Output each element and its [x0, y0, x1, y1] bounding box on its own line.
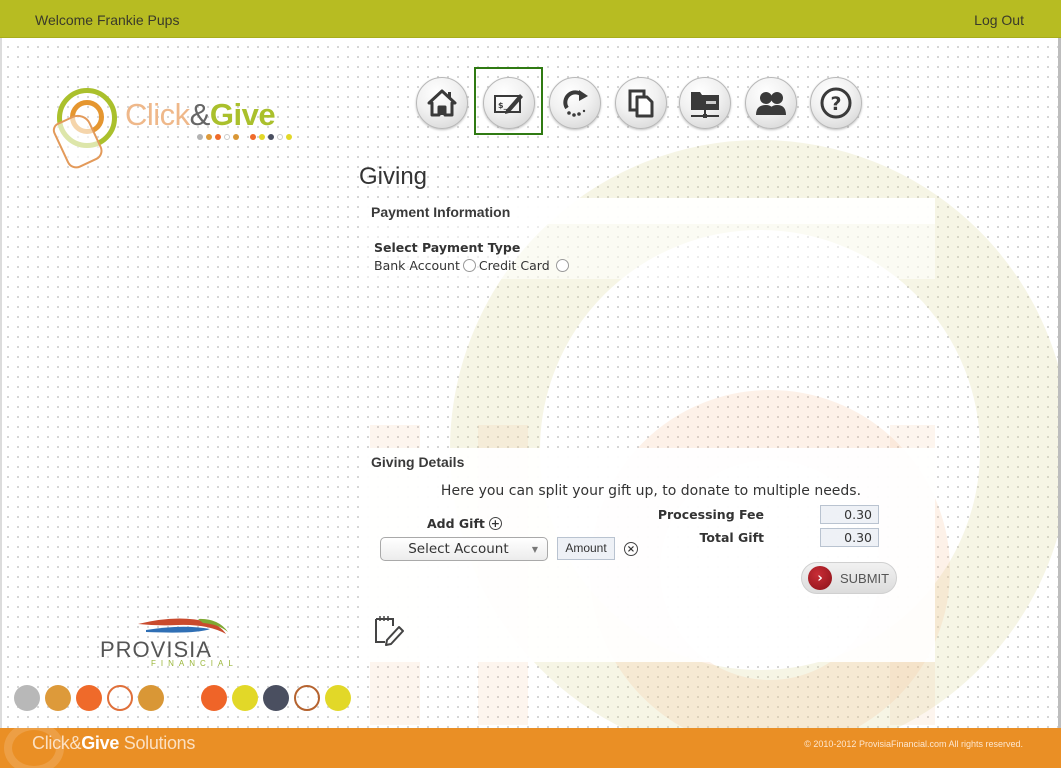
provisia-financial-logo: PROVISIA FINANCIAL [98, 616, 243, 672]
payment-info-header: Payment Information [362, 198, 935, 224]
giving-intro-text: Here you can split your gift up, to dona… [440, 483, 862, 499]
logo-dot [215, 134, 221, 140]
nav-selected-indicator [474, 67, 543, 135]
footer-brand-give: Give [81, 733, 120, 753]
logo-dot [286, 134, 292, 140]
logo-dots [197, 134, 292, 140]
credit-card-radio[interactable] [555, 259, 569, 272]
footer-brand: Click&Give Solutions [32, 733, 195, 754]
provisia-swoosh-icon [138, 618, 228, 634]
refresh-arrow-icon [563, 90, 588, 117]
footer-brand-click: Click& [32, 733, 82, 753]
window-edge-left [0, 38, 2, 728]
welcome-message: Welcome Frankie Pups [35, 12, 180, 28]
credit-card-label: Credit Card [478, 258, 550, 273]
logo-dot [268, 134, 274, 140]
logo-text-give: Give [209, 97, 276, 132]
logo-text-amp: & [189, 97, 211, 132]
nav-accounts-button[interactable] [679, 77, 731, 129]
chevron-right-icon: › [808, 566, 832, 590]
payment-info-title: Payment Information [371, 204, 511, 220]
bank-account-label: Bank Account [374, 258, 460, 273]
logo-dot [233, 134, 239, 140]
payment-type-options: Bank Account Credit Card [374, 258, 572, 273]
color-swatch [201, 685, 227, 711]
chevron-down-icon: ▼ [531, 544, 538, 554]
giving-details-title: Giving Details [371, 454, 465, 470]
nav-history-button[interactable] [615, 77, 667, 129]
home-icon [427, 89, 457, 117]
nav-profile-button[interactable] [745, 77, 797, 129]
color-swatch [107, 685, 133, 711]
top-bar: Welcome Frankie Pups Log Out [0, 0, 1061, 38]
users-icon [756, 92, 786, 115]
processing-fee-field: 0.30 [820, 505, 879, 524]
question-icon: ? [820, 87, 852, 119]
plus-circle-icon: + [488, 517, 502, 530]
color-swatch [263, 685, 289, 711]
logo-dot [224, 134, 230, 140]
color-swatch [232, 685, 258, 711]
select-account-dropdown[interactable]: Select Account ▼ [380, 537, 548, 561]
provisia-subtitle: FINANCIAL [151, 659, 238, 668]
total-gift-field: 0.30 [820, 528, 879, 547]
nav-help-button[interactable]: ? [810, 77, 862, 129]
color-swatch [14, 685, 40, 711]
processing-fee-label: Processing Fee [657, 507, 764, 522]
add-gift-button[interactable]: Add Gift + [427, 516, 502, 531]
footer-brand-solutions: Solutions [119, 733, 196, 753]
copyright-text: © 2010-2012 ProvisiaFinancial.com All ri… [804, 739, 1023, 749]
logout-link[interactable]: Log Out [974, 12, 1024, 28]
submit-button[interactable]: › SUBMIT [801, 562, 897, 594]
logo-dot [197, 134, 203, 140]
click-and-give-logo[interactable]: Click&Give [50, 86, 305, 172]
payment-type-label: Select Payment Type [374, 240, 521, 255]
nav-recurring-button[interactable] [549, 77, 601, 129]
page-title: Giving [359, 163, 428, 190]
color-swatch [325, 685, 351, 711]
nav-home-button[interactable] [416, 77, 468, 129]
logo-text: Click&Give [125, 97, 276, 133]
footer-bar: Click&Give Solutions © 2010-2012 Provisi… [0, 722, 1061, 768]
logo-dot [277, 134, 283, 140]
color-swatch [294, 685, 320, 711]
color-swatch [45, 685, 71, 711]
logo-dot [250, 134, 256, 140]
notepad-edit-icon[interactable] [373, 614, 405, 646]
select-account-value: Select Account [408, 541, 509, 557]
logo-dot [259, 134, 265, 140]
copy-documents-icon [628, 89, 654, 118]
bank-account-radio[interactable] [462, 259, 476, 272]
color-swatch [76, 685, 102, 711]
logo-text-click: Click [125, 97, 190, 132]
logo-dot [206, 134, 212, 140]
color-swatch [138, 685, 164, 711]
network-folder-icon [691, 92, 719, 118]
submit-label: SUBMIT [840, 570, 890, 586]
svg-text:?: ? [830, 93, 841, 115]
total-gift-label: Total Gift [699, 530, 764, 545]
add-gift-label: Add Gift [427, 516, 485, 531]
